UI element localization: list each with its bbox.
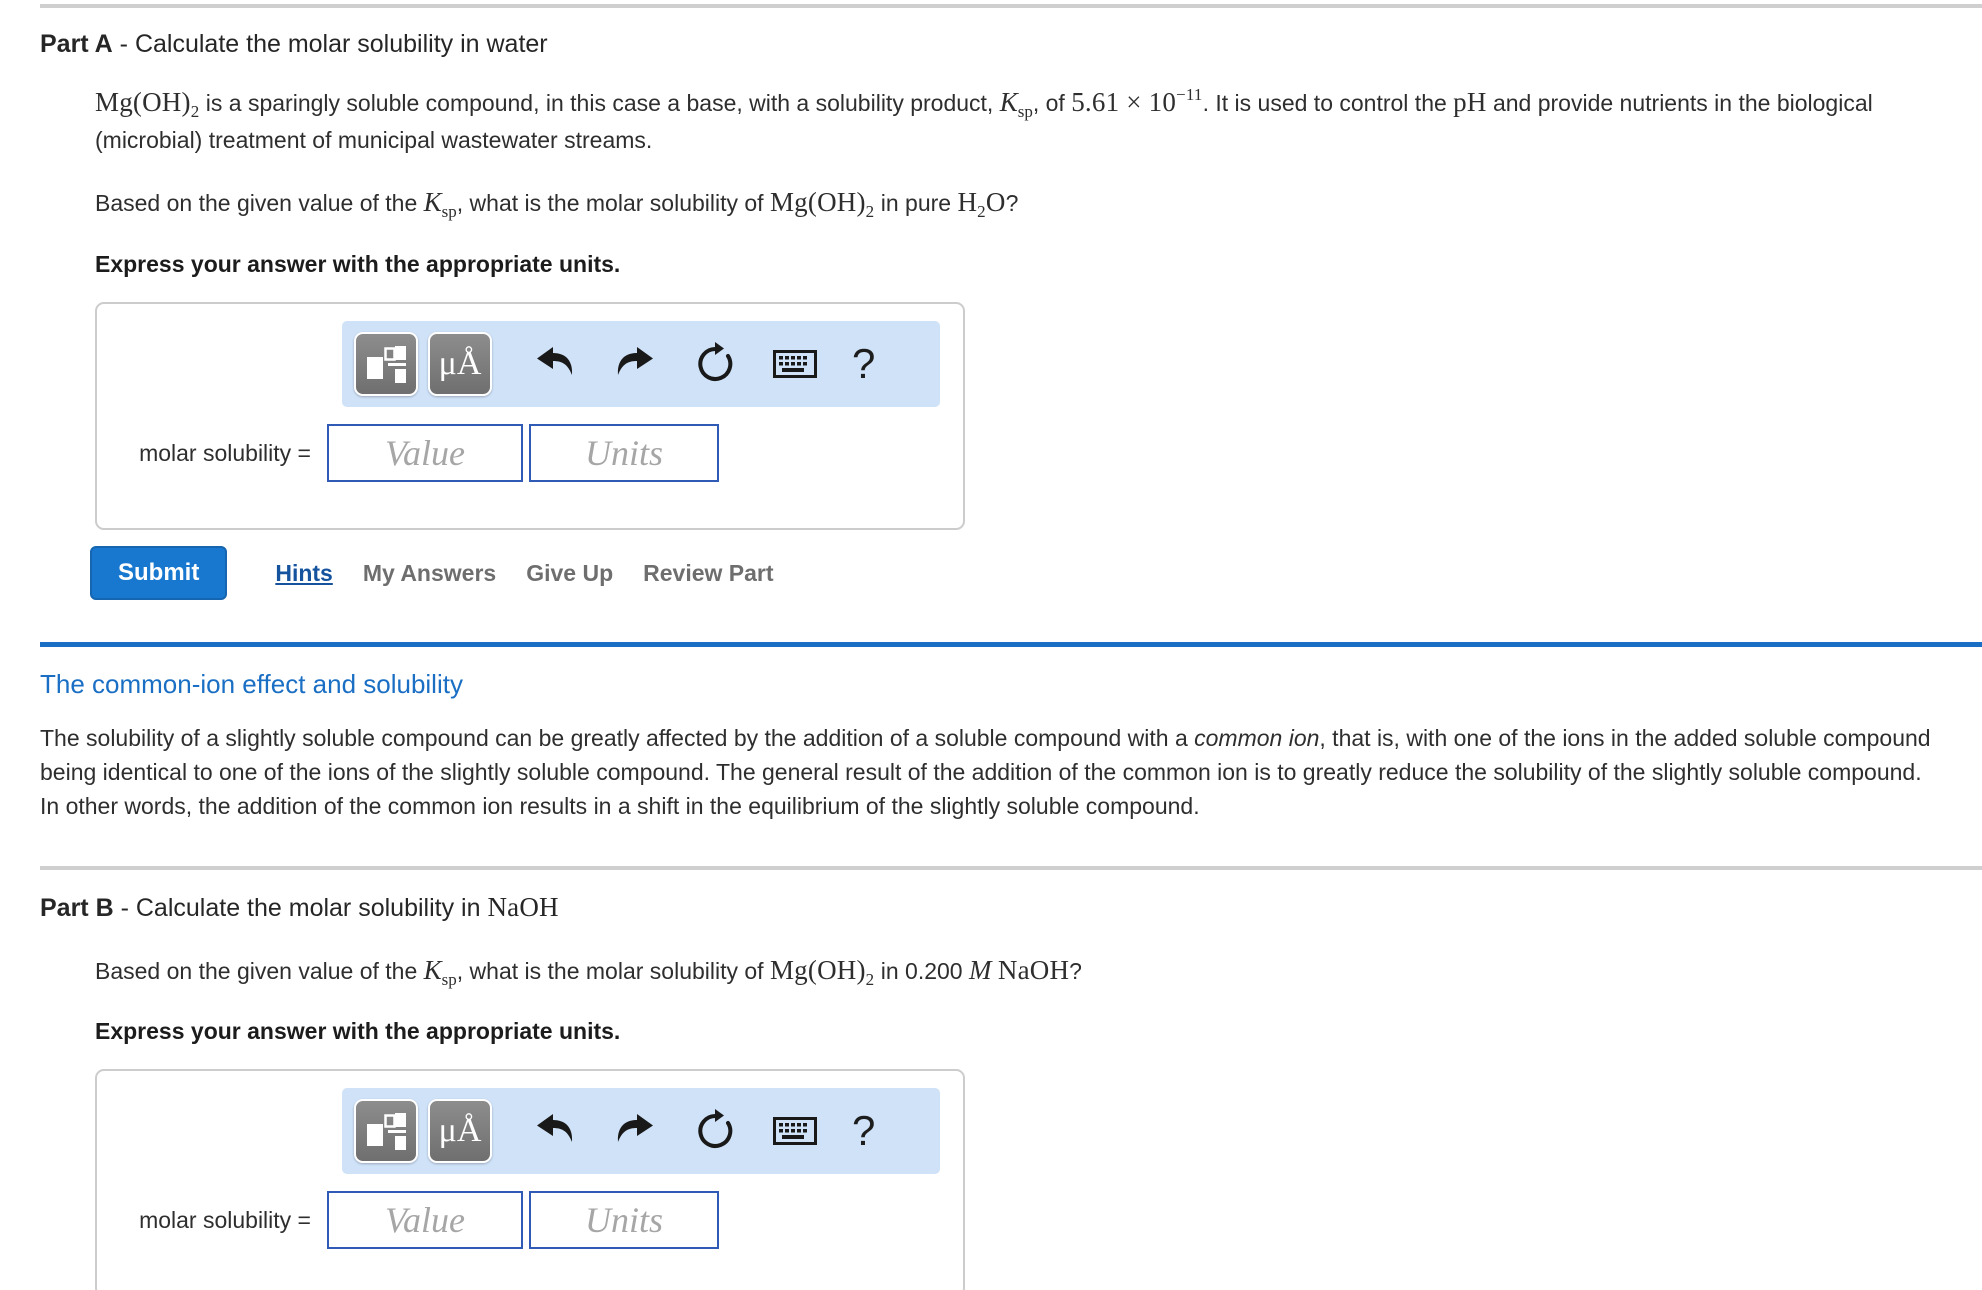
- molarity-symbol: M: [969, 954, 992, 985]
- water-formula: H2O: [957, 187, 1006, 222]
- units-input[interactable]: Units: [529, 1191, 719, 1250]
- template-icon[interactable]: [354, 332, 418, 397]
- part-a-answer-box: μÅ ? molar solubility = Value Units: [95, 302, 965, 531]
- divider-part-b: [40, 865, 1982, 870]
- ksp-value: 5.61 × 10−11: [1071, 84, 1203, 117]
- part-a-instruction: Express your answer with the appropriate…: [95, 251, 621, 278]
- units-placeholder: Units: [584, 1200, 663, 1241]
- part-b-question: Based on the given value of the Ksp, wha…: [95, 951, 1942, 993]
- ksp-symbol: Ksp: [999, 86, 1033, 121]
- compound-formula: Mg(OH)2: [95, 86, 200, 121]
- part-a-math-toolbar: μÅ ?: [342, 321, 940, 408]
- compound-formula: Mg(OH)2: [769, 954, 875, 989]
- naoh-formula: NaOH: [997, 954, 1070, 985]
- redo-icon[interactable]: [604, 1099, 666, 1163]
- give-up-link[interactable]: Give Up: [526, 560, 613, 587]
- part-a-input-row: molar solubility = Value Units: [97, 424, 963, 483]
- value-placeholder: Value: [385, 433, 465, 474]
- units-icon-glyph: μÅ: [438, 1112, 482, 1150]
- value-placeholder: Value: [385, 1200, 465, 1241]
- part-b-answer-box: μÅ ? molar solubility = Value Units: [95, 1069, 965, 1290]
- part-a-label: Part A: [40, 30, 113, 58]
- redo-icon-glyph: [617, 1114, 653, 1143]
- part-a-heading: Part A - Calculate the molar solubility …: [40, 28, 1982, 61]
- keyboard-icon[interactable]: [764, 332, 826, 396]
- undo-icon[interactable]: [524, 1099, 586, 1163]
- reset-icon-glyph: [698, 342, 733, 382]
- intro-text-2: , of: [1032, 89, 1072, 116]
- question-in-text: in pure: [874, 190, 958, 217]
- section-body-part-1: The solubility of a slightly soluble com…: [40, 725, 1195, 752]
- reset-icon-glyph: [698, 1109, 733, 1149]
- hints-link[interactable]: Hints: [275, 560, 333, 587]
- ph-symbol: pH: [1453, 86, 1487, 117]
- question-lead: Based on the given value of the: [95, 957, 424, 984]
- part-a-question: Based on the given value of the Ksp, wha…: [95, 183, 1942, 225]
- molar-solubility-label: molar solubility =: [139, 1206, 311, 1233]
- reset-icon[interactable]: [684, 1099, 746, 1163]
- naoh-formula: NaOH: [487, 891, 559, 922]
- value-input[interactable]: Value: [327, 424, 523, 483]
- units-placeholder: Units: [584, 433, 663, 474]
- units-icon-glyph: μÅ: [438, 345, 482, 383]
- units-icon[interactable]: μÅ: [428, 332, 492, 397]
- divider-top: [40, 4, 1982, 8]
- my-answers-link[interactable]: My Answers: [363, 560, 496, 587]
- redo-icon[interactable]: [604, 332, 666, 396]
- submit-button[interactable]: Submit: [90, 546, 228, 601]
- question-end: ?: [1005, 190, 1019, 217]
- compound-formula: Mg(OH)2: [769, 187, 875, 222]
- problem-page: Part A - Calculate the molar solubility …: [0, 4, 1982, 1290]
- help-icon[interactable]: ?: [852, 343, 875, 385]
- question-in-text: in 0.200: [874, 957, 969, 984]
- help-icon[interactable]: ?: [852, 1110, 875, 1152]
- part-a-actions: Submit Hints My Answers Give Up Review P…: [90, 546, 1982, 601]
- part-a-title: Calculate the molar solubility in water: [134, 30, 548, 58]
- molar-solubility-label: molar solubility =: [139, 439, 311, 466]
- question-end: ?: [1069, 957, 1082, 984]
- section-body: The solubility of a slightly soluble com…: [40, 722, 1942, 823]
- value-input[interactable]: Value: [327, 1191, 523, 1250]
- part-b-input-row: molar solubility = Value Units: [97, 1191, 963, 1250]
- ksp-symbol: Ksp: [423, 187, 457, 222]
- part-b-math-toolbar: μÅ ?: [342, 1088, 940, 1175]
- part-b-title-prefix: Calculate the molar solubility in: [135, 893, 488, 922]
- undo-icon[interactable]: [524, 332, 586, 396]
- ksp-symbol: Ksp: [423, 954, 457, 989]
- part-a-intro-paragraph: Mg(OH)2 is a sparingly soluble compound,…: [95, 83, 1942, 158]
- question-mid: , what is the molar solubility of: [456, 957, 770, 984]
- reset-icon[interactable]: [684, 332, 746, 396]
- review-part-link[interactable]: Review Part: [643, 560, 773, 587]
- template-icon[interactable]: [354, 1099, 418, 1164]
- keyboard-icon[interactable]: [764, 1099, 826, 1163]
- template-icon-glyph: [367, 1113, 406, 1151]
- template-icon-glyph: [367, 346, 406, 384]
- units-icon[interactable]: μÅ: [428, 1099, 492, 1164]
- intro-text-1: is a sparingly soluble compound, in this…: [199, 89, 1000, 116]
- undo-icon-glyph: [537, 347, 573, 376]
- divider-blue: [40, 642, 1982, 648]
- part-b-instruction: Express your answer with the appropriate…: [95, 1018, 621, 1045]
- question-mid: , what is the molar solubility of: [456, 190, 770, 217]
- part-b-dash: -: [120, 893, 129, 922]
- section-title: The common-ion effect and solubility: [40, 669, 463, 700]
- undo-icon-glyph: [537, 1114, 573, 1143]
- intro-text-3: . It is used to control the: [1202, 89, 1454, 116]
- keyboard-icon-glyph: [773, 350, 817, 379]
- part-b-heading: Part B - Calculate the molar solubility …: [40, 890, 1982, 925]
- redo-icon-glyph: [617, 347, 653, 376]
- section-body-emphasis: common ion: [1194, 725, 1320, 752]
- part-b-label: Part B: [40, 893, 114, 922]
- keyboard-icon-glyph: [773, 1117, 817, 1146]
- part-a-dash: -: [119, 30, 128, 58]
- units-input[interactable]: Units: [529, 424, 719, 483]
- question-lead: Based on the given value of the: [95, 190, 424, 217]
